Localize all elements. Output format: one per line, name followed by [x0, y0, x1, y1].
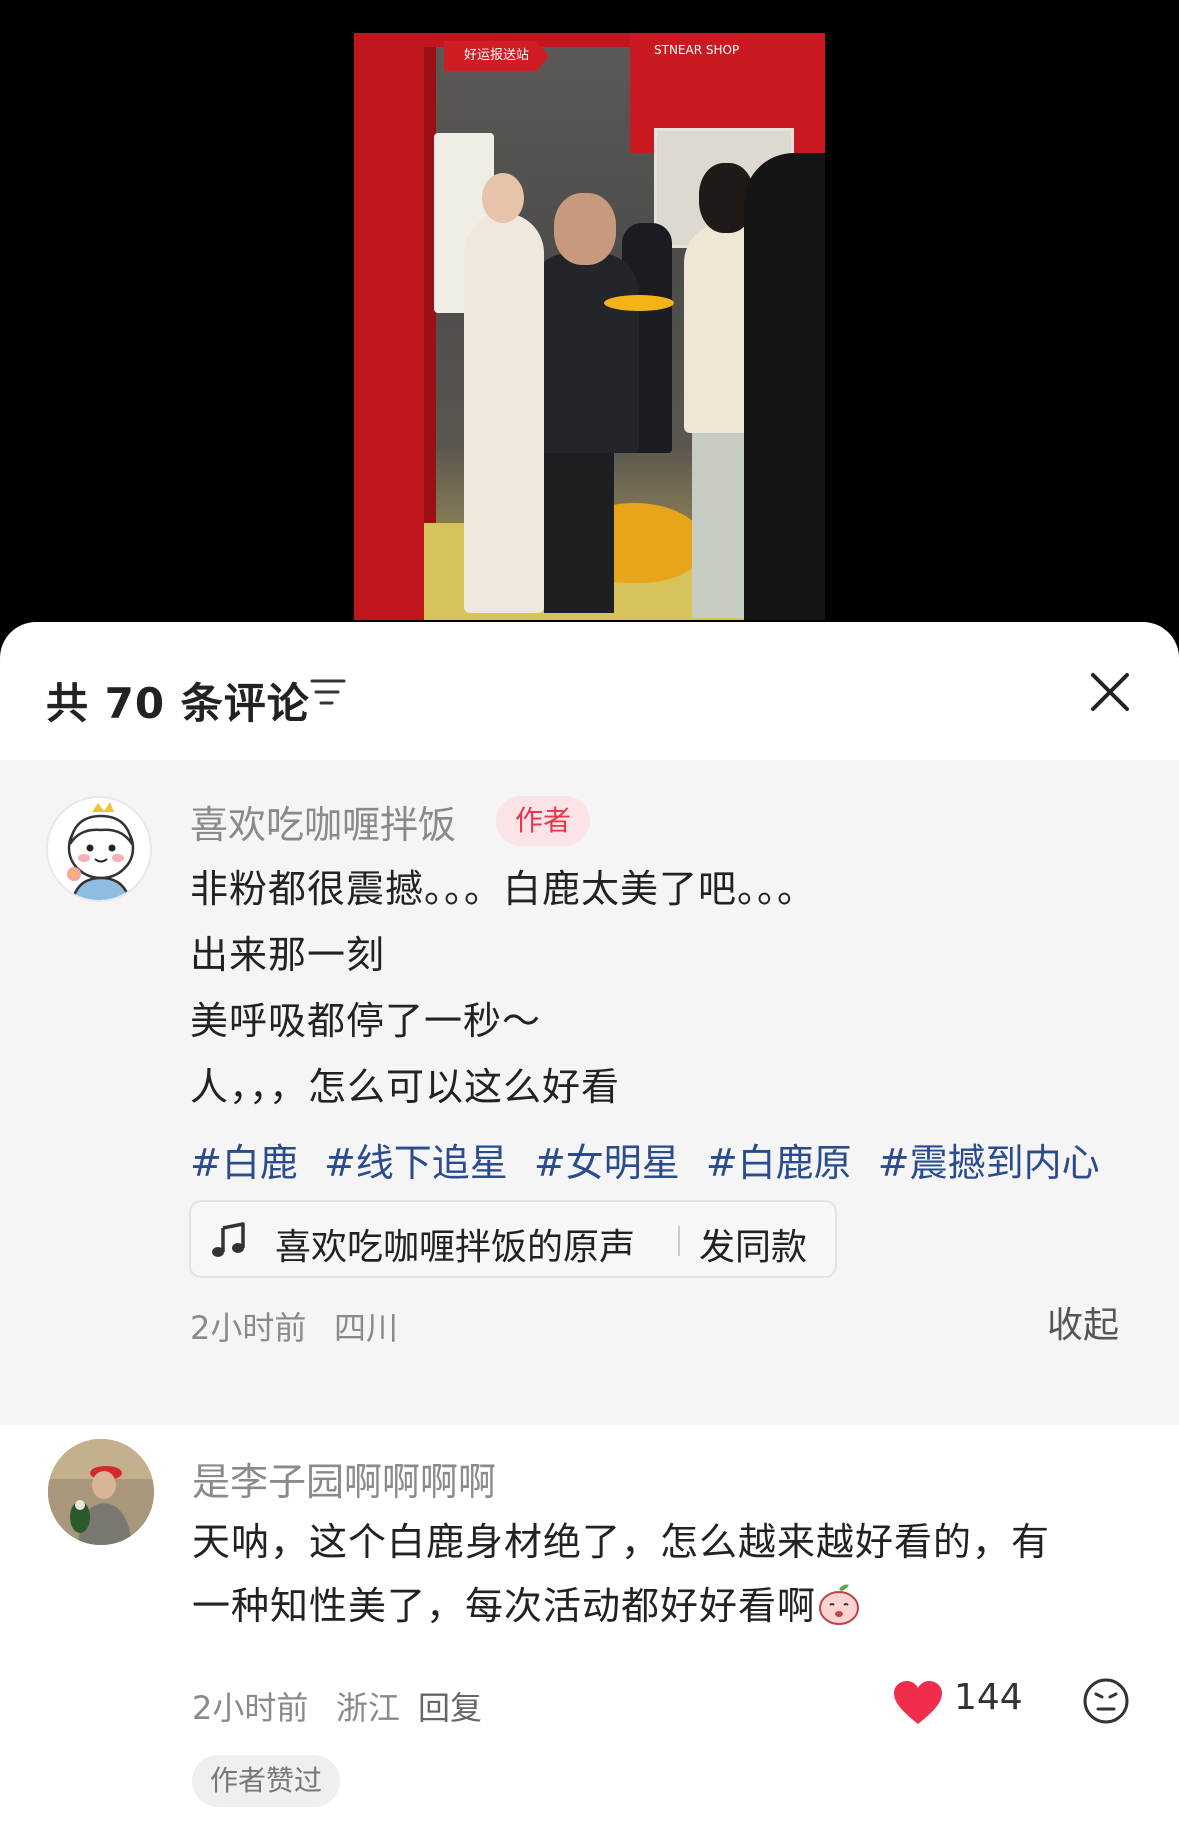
foreground-person	[744, 153, 825, 620]
comment-text-line-2: 出来那一刻	[190, 933, 386, 977]
collapse-button[interactable]: 收起	[1047, 1296, 1119, 1348]
reply-button[interactable]: 回复	[418, 1683, 482, 1729]
user-avatar[interactable]	[48, 1439, 154, 1545]
author-tag-badge: 作者	[496, 796, 590, 846]
comment-item: 是李子园啊啊啊啊 天呐，这个白鹿身材绝了，怎么越来越好看的，有 一种知性美了，每…	[0, 1425, 1179, 1845]
comment-time: 2小时前	[192, 1689, 309, 1727]
hashtag-link[interactable]: #白鹿	[190, 1141, 298, 1185]
author-liked-badge: 作者赞过	[192, 1755, 341, 1807]
hashtag-link[interactable]: #震撼到内心	[878, 1141, 1100, 1185]
music-note-icon	[212, 1222, 245, 1257]
cartoon-boy-avatar-icon	[48, 798, 150, 900]
comment-text-line-4: 人，，，怎么可以这么好看	[190, 1065, 621, 1109]
video-frame: STNEAR SHOP 好运报送站	[354, 33, 825, 620]
author-comment: 喜欢吃咖喱拌饭 作者 非粉都很震撼。。。白鹿太美了吧。。。 出来那一刻 美呼吸都…	[0, 760, 1179, 1425]
woman-figure	[464, 213, 544, 613]
hashtag-link[interactable]: #线下追星	[324, 1141, 508, 1185]
heart-like-icon[interactable]	[893, 1680, 943, 1726]
divider	[678, 1226, 680, 1256]
emoji-react-icon[interactable]	[1082, 1677, 1130, 1725]
commenter-username[interactable]: 是李子园啊啊啊啊	[192, 1451, 496, 1506]
woman-head	[482, 173, 524, 223]
direction-sign: 好运报送站	[444, 41, 549, 71]
sound-name[interactable]: 喜欢吃咖喱拌饭的原声	[275, 1218, 635, 1270]
yellow-plate	[604, 295, 674, 311]
original-sound-card[interactable]: 喜欢吃咖喱拌饭的原声 发同款	[189, 1200, 837, 1278]
hashtag-link[interactable]: #白鹿原	[706, 1141, 852, 1185]
like-count: 144	[954, 1677, 1023, 1718]
comment-time: 2小时前	[190, 1309, 307, 1347]
comment-location: 四川	[334, 1309, 399, 1347]
hashtag-list: #白鹿 #线下追星 #女明星 #白鹿原 #震撼到内心	[190, 1132, 1114, 1187]
close-icon[interactable]	[1088, 670, 1132, 714]
shop-sign: STNEAR SHOP	[654, 43, 740, 57]
man-legs	[544, 443, 614, 613]
peach-emoji-icon	[819, 1584, 860, 1625]
author-username[interactable]: 喜欢吃咖喱拌饭	[190, 794, 456, 849]
comment-count-title: 共 70 条评论	[46, 679, 310, 728]
comments-header: 共 70 条评论	[0, 622, 1179, 760]
use-sound-button[interactable]: 发同款	[699, 1218, 807, 1270]
author-avatar[interactable]	[46, 796, 152, 902]
video-player[interactable]: STNEAR SHOP 好运报送站	[0, 0, 1179, 640]
hashtag-link[interactable]: #女明星	[534, 1141, 680, 1185]
comment-location: 浙江	[336, 1689, 401, 1727]
sort-lines-icon[interactable]	[310, 676, 346, 708]
comment-text-line-3: 美呼吸都停了一秒～	[190, 999, 542, 1043]
red-pillar	[354, 33, 424, 620]
comment-text-line-1: 天呐，这个白鹿身材绝了，怎么越来越好看的，有	[192, 1520, 1051, 1564]
comment-text-line-2: 一种知性美了，每次活动都好好看啊	[192, 1575, 862, 1630]
man-head	[554, 193, 616, 265]
user-photo-avatar-icon	[48, 1439, 154, 1545]
comments-panel: 共 70 条评论 喜欢吃咖喱拌饭 作者 非粉都很震撼。。。白鹿太美了吧。。。 出…	[0, 622, 1179, 1845]
man-figure	[529, 253, 639, 453]
comment-text-line-1: 非粉都很震撼。。。白鹿太美了吧。。。	[190, 867, 817, 911]
